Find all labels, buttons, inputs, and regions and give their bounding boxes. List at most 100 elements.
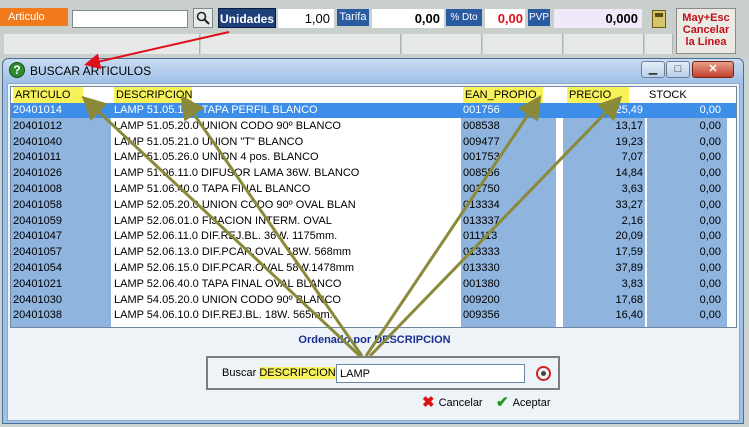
cell-stock: 0,00	[699, 293, 721, 306]
cell-ean: 001380	[463, 277, 500, 290]
close-button[interactable]: ✕	[692, 61, 734, 78]
cell-articulo: 20401011	[13, 151, 62, 164]
cell-stock: 0,00	[699, 214, 721, 227]
search-button[interactable]	[193, 8, 213, 28]
column-header-articulo[interactable]: ARTICULO	[13, 87, 83, 103]
search-input[interactable]	[336, 364, 525, 383]
search-label: Buscar DESCRIPCION	[222, 367, 336, 379]
articulo-input[interactable]	[72, 10, 188, 28]
dialog-titlebar[interactable]: ? BUSCAR ARTICULOS ▁ □ ✕	[3, 59, 743, 81]
table-row[interactable]: 20401047 LAMP 52.06.11.0 DIF.REJ.BL. 36W.…	[11, 229, 736, 244]
table-row[interactable]: 20401058 LAMP 52.05.20.0 UNION CODO 90º O…	[11, 198, 736, 213]
table-row[interactable]: 20401021 LAMP 52.06.40.0 TAPA FINAL OVAL …	[11, 277, 736, 292]
cell-ean: 008538	[463, 119, 500, 132]
table-row[interactable]: 20401038 LAMP 54.06.10.0 DIF.REJ.BL. 18W.…	[11, 308, 736, 323]
toolbar-strip-cell	[402, 34, 482, 54]
column-header-descripcion[interactable]: DESCRIPCION	[114, 87, 192, 103]
table-row[interactable]: 20401008 LAMP 51.06.40.0 TAPA FINAL BLANC…	[11, 182, 736, 197]
calculator-icon[interactable]	[652, 10, 666, 28]
cell-stock: 0,00	[699, 119, 721, 132]
cell-articulo: 20401026	[13, 167, 62, 180]
cell-precio-pvp: 19,23	[615, 135, 643, 148]
cell-descripcion: LAMP 51.05.21.0 UNION "T" BLANCO	[114, 135, 304, 148]
cell-precio-pvp: 37,89	[615, 262, 643, 274]
cell-ean: 013330	[463, 262, 500, 274]
cell-ean: 001753	[463, 151, 500, 164]
minimize-button[interactable]: ▁	[641, 61, 665, 78]
cell-stock: 0,00	[699, 104, 721, 116]
unidades-label: Unidades	[218, 8, 276, 28]
cell-precio-pvp: 3,63	[621, 183, 643, 195]
search-panel: Buscar DESCRIPCION	[206, 356, 560, 390]
articulo-label: Articulo	[0, 8, 68, 26]
cell-ean: 013334	[463, 198, 500, 211]
cell-descripcion: LAMP 51.05.10.0 TAPA PERFIL BLANCO	[114, 104, 318, 116]
toolbar-strip-cell	[564, 34, 644, 54]
buscar-articulos-dialog: ? BUSCAR ARTICULOS ▁ □ ✕ ARTICULO DESCRI…	[2, 58, 744, 424]
tarifa-label: Tarifa	[337, 9, 369, 26]
cell-stock: 0,00	[699, 246, 721, 259]
articles-grid[interactable]: ARTICULO DESCRIPCION EAN_PROPIO PRECIO P…	[10, 86, 737, 328]
accept-button[interactable]: ✔ Aceptar	[496, 393, 551, 413]
cell-descripcion: LAMP 51.06.11.0 DIFUSOR LAMA 36W. BLANCO	[114, 167, 360, 180]
cell-ean: 009356	[463, 309, 500, 322]
cell-articulo: 20401014	[13, 104, 62, 116]
cell-stock: 0,00	[699, 167, 721, 180]
cell-precio-pvp: 25,49	[615, 104, 643, 116]
top-toolbar: Articulo Unidades 1,00 Tarifa 0,00 % Dto…	[0, 0, 749, 58]
cell-precio-pvp: 14,84	[615, 167, 643, 180]
cell-precio-pvp: 13,17	[615, 119, 643, 132]
reset-search-icon[interactable]	[536, 366, 551, 381]
cell-ean: 001750	[463, 183, 500, 195]
cell-stock: 0,00	[699, 262, 721, 274]
cancel-line-button[interactable]: May+Esc Cancelar la Linea	[676, 8, 736, 54]
grid-header: ARTICULO DESCRIPCION EAN_PROPIO PRECIO P…	[11, 87, 736, 117]
column-header-stock[interactable]: STOCK	[647, 87, 707, 103]
cell-articulo: 20401059	[13, 214, 62, 227]
cell-descripcion: LAMP 52.06.11.0 DIF.REJ.BL. 36W. 1175mm.	[114, 230, 338, 243]
table-row[interactable]: 20401040 LAMP 51.05.21.0 UNION "T" BLANCO…	[11, 135, 736, 150]
cancel-button[interactable]: ✖ Cancelar	[422, 393, 483, 413]
pvp-field[interactable]: 0,000	[554, 9, 642, 28]
descuento-field[interactable]: 0,00	[485, 9, 525, 28]
table-row[interactable]: 20401012 LAMP 51.05.20.0 UNION CODO 90º B…	[11, 119, 736, 134]
toolbar-strip-cell	[483, 34, 563, 54]
table-row[interactable]: 20401057 LAMP 52.06.13.0 DIF.PCAR.OVAL 18…	[11, 245, 736, 260]
search-label-prefix: Buscar	[222, 367, 257, 379]
unidades-field[interactable]: 1,00	[278, 9, 334, 28]
table-row[interactable]: 20401030 LAMP 54.05.20.0 UNION CODO 90º B…	[11, 293, 736, 308]
cell-stock: 0,00	[699, 230, 721, 243]
cell-stock: 0,00	[699, 183, 721, 195]
accept-label: Aceptar	[512, 397, 551, 409]
table-row[interactable]: 20401011 LAMP 51.05.26.0 UNION 4 pos. BLA…	[11, 150, 736, 165]
cell-ean: 013337	[463, 214, 500, 227]
cancel-label: Cancelar	[438, 397, 483, 409]
column-header-precio-pvp[interactable]: PRECIO PVP	[567, 87, 629, 117]
cell-ean: 009477	[463, 135, 500, 148]
table-row[interactable]: 20401014 LAMP 51.05.10.0 TAPA PERFIL BLAN…	[11, 103, 736, 118]
cell-stock: 0,00	[699, 198, 721, 211]
table-row[interactable]: 20401054 LAMP 52.06.15.0 DIF.PCAR.OVAL 58…	[11, 261, 736, 276]
table-row[interactable]: 20401059 LAMP 52.06.01.0 FIJACION INTERM.…	[11, 214, 736, 229]
toolbar-strip-cell	[4, 34, 200, 54]
cell-articulo: 20401038	[13, 309, 62, 322]
cell-stock: 0,00	[699, 309, 721, 322]
cell-descripcion: LAMP 54.05.20.0 UNION CODO 90º BLANCO	[114, 293, 341, 306]
cell-descripcion: LAMP 51.06.40.0 TAPA FINAL BLANCO	[114, 183, 311, 195]
tarifa-field[interactable]: 0,00	[372, 9, 444, 28]
cell-ean: 011113	[463, 230, 498, 243]
table-row[interactable]: 20401026 LAMP 51.06.11.0 DIFUSOR LAMA 36W…	[11, 166, 736, 181]
sort-status: Ordenado por DESCRIPCION	[8, 334, 741, 346]
cell-precio-pvp: 17,59	[615, 246, 643, 259]
cell-articulo: 20401012	[13, 119, 62, 132]
cell-articulo: 20401054	[13, 262, 62, 274]
sort-status-field: DESCRIPCION	[374, 334, 451, 346]
cell-descripcion: LAMP 52.06.15.0 DIF.PCAR.OVAL 58W.1478mm	[114, 262, 355, 274]
cell-stock: 0,00	[699, 277, 721, 290]
toolbar-strip-cell	[645, 34, 673, 54]
maximize-button[interactable]: □	[666, 61, 690, 78]
cell-stock: 0,00	[699, 135, 721, 148]
cell-articulo: 20401021	[13, 277, 62, 290]
cell-precio-pvp: 7,07	[621, 151, 643, 164]
column-header-ean[interactable]: EAN_PROPIO	[463, 87, 543, 103]
